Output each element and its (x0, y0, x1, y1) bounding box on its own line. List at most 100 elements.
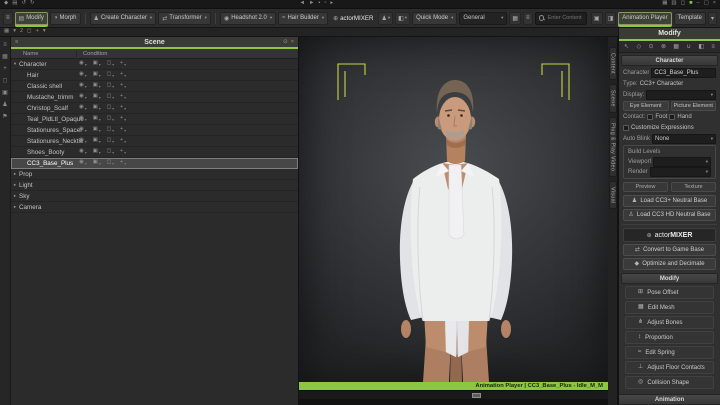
hand-checkbox[interactable]: Hand (669, 113, 692, 120)
lock-icon[interactable]: ◻ ▾ (107, 137, 114, 143)
visibility-icon[interactable]: ◉ ▾ (79, 159, 87, 165)
avatar-dock-icon[interactable]: ♟ (2, 102, 7, 108)
expand-toggle[interactable]: ▸ (11, 193, 19, 199)
main-menu-icon[interactable]: ≡ (3, 11, 13, 25)
actormixer-brand[interactable]: ⊕ actorMIXER (330, 15, 376, 22)
lock-icon[interactable]: ◻ ▾ (107, 126, 114, 132)
list-view-icon[interactable]: ≡ (523, 11, 533, 25)
flag-dock-icon[interactable]: ⚑ (2, 114, 7, 120)
app-logo-icon[interactable]: ◆ (4, 1, 8, 7)
panels-icon[interactable]: ▥ (671, 1, 676, 7)
activate-icon[interactable]: ▣ ▾ (93, 115, 101, 121)
tab-content[interactable]: Content (608, 47, 617, 80)
viewport-3d[interactable] (299, 37, 608, 382)
add-dock-icon[interactable]: + (3, 66, 7, 72)
snap-tool-icon[interactable]: ⊗ (661, 44, 666, 50)
pose-offset-button[interactable]: ⊞ Pose Offset (625, 286, 714, 299)
status-icon[interactable]: ■ (689, 1, 692, 7)
content-search[interactable] (534, 11, 587, 25)
redo-icon[interactable]: ↻ (30, 1, 35, 7)
layers-dock-icon[interactable]: ▣ (2, 90, 8, 96)
workspace-icon[interactable]: ◻ (681, 1, 686, 7)
select-tool-icon[interactable]: ↖ (624, 44, 629, 50)
scene-row-mustache-trimm[interactable]: Mustache_trimm ◉ ▾ ▣ ▾ ◻ ▾ + ▾ (11, 92, 298, 103)
layout-dropdown-icon[interactable]: ▾ (13, 29, 16, 35)
hair-builder-button[interactable]: ≈ Hair Builder ▾ (278, 11, 329, 25)
timeline-scrubber[interactable] (299, 390, 608, 399)
section-character[interactable]: Character (621, 55, 718, 66)
add-icon[interactable]: + ▾ (120, 137, 126, 143)
wardrobe-tools-icon[interactable]: ◧ ▾ (395, 11, 411, 25)
activate-icon[interactable]: ▣ ▾ (93, 148, 101, 154)
close-panel-icon[interactable]: × (291, 39, 294, 45)
count-badge[interactable]: 2 (20, 29, 23, 35)
category-select[interactable]: General ▾ (459, 11, 508, 25)
lock-icon[interactable]: ◻ ▾ (107, 115, 114, 121)
load-neutral-base-button[interactable]: ♟ Load CC3+ Neutral Base (623, 195, 716, 207)
undo-icon[interactable]: ↺ (21, 1, 26, 7)
content-dock-icon[interactable]: ▦ (2, 54, 8, 60)
expand-toggle[interactable]: ▸ (11, 204, 19, 210)
avatar-tools-icon[interactable]: ♟ ▾ (378, 11, 394, 25)
viewport-subdiv-select[interactable]: ▾ (653, 157, 711, 167)
lock-icon[interactable]: ◻ ▾ (107, 148, 114, 154)
character-model[interactable] (399, 80, 513, 382)
column-condition[interactable]: Condition (77, 51, 108, 57)
add-icon[interactable]: + ▾ (120, 104, 126, 110)
add-icon[interactable]: + ▾ (120, 148, 126, 154)
texture-button[interactable]: Texture (671, 182, 716, 192)
material-tool-icon[interactable]: ◧ (698, 44, 704, 50)
minimize-icon[interactable]: – (697, 1, 700, 7)
layout-icon[interactable]: ▦ (662, 1, 667, 7)
expand-toggle[interactable]: ▸ (11, 171, 19, 177)
stop-icon[interactable]: ▪ (318, 1, 320, 7)
scene-row-sky[interactable]: ▸ Sky (11, 191, 298, 202)
section-modify[interactable]: Modify (621, 273, 718, 284)
light-gizmo-left[interactable] (337, 63, 366, 100)
record-icon[interactable]: ▫ (324, 1, 326, 7)
activate-icon[interactable]: ▣ ▾ (93, 104, 101, 110)
mesh-tool-icon[interactable]: ▦ (673, 44, 679, 50)
animation-player-button[interactable]: Animation Player (618, 11, 672, 25)
more-tools-icon[interactable]: ▾ (707, 11, 717, 25)
tab-scene[interactable]: Scene (608, 83, 617, 113)
gizmo-tool-icon[interactable]: ◇ (636, 44, 641, 50)
add-icon[interactable]: + ▾ (120, 82, 126, 88)
lock-icon[interactable]: ◻ ▾ (107, 93, 114, 99)
pivot-tool-icon[interactable]: ⊙ (649, 44, 654, 50)
optimize-decimate-button[interactable]: ◆ Optimize and Decimate (623, 258, 716, 270)
add-icon[interactable]: + ▾ (120, 60, 126, 66)
scene-row-teal-pldltl-opaque[interactable]: Teal_PldLtl_Opaque ◉ ▾ ▣ ▾ ◻ ▾ + ▾ (11, 114, 298, 125)
scene-row-prop[interactable]: ▸ Prop (11, 169, 298, 180)
close-icon[interactable]: × (713, 1, 716, 7)
create-character-button[interactable]: ♟ Create Character ▾ (89, 11, 157, 25)
visibility-icon[interactable]: ◉ ▾ (79, 137, 87, 143)
scene-row-stationures-spacer[interactable]: Stationures_Spacer ◉ ▾ ▣ ▾ ◻ ▾ + ▾ (11, 125, 298, 136)
visibility-icon[interactable]: ◉ ▾ (79, 82, 87, 88)
modify-mode-button[interactable]: ▤ Modify (14, 11, 48, 25)
lock-icon[interactable]: ◻ ▾ (107, 82, 114, 88)
activate-icon[interactable]: ▣ ▾ (93, 82, 101, 88)
collision-shape-button[interactable]: ◎ Collision Shape (625, 376, 714, 389)
magnet-tool-icon[interactable]: ∪ (687, 44, 691, 50)
transformer-button[interactable]: ⇄ Transformer ▾ (158, 11, 211, 25)
template-button[interactable]: Template (673, 11, 706, 25)
tab-visual[interactable]: Visual (608, 180, 617, 210)
scene-row-camera[interactable]: ▸ Camera (11, 202, 298, 213)
timeline-handle[interactable] (472, 393, 482, 398)
panel-menu-icon[interactable]: ≡ (711, 44, 715, 50)
activate-icon[interactable]: ▣ ▾ (93, 159, 101, 165)
pin-panel-icon[interactable]: ⊙ (283, 39, 288, 45)
play-icon[interactable]: ► (309, 1, 314, 7)
dock-icon[interactable]: ▣ (590, 11, 603, 25)
scene-menu-icon[interactable]: ≡ (15, 39, 18, 45)
add-icon[interactable]: + ▾ (120, 159, 126, 165)
frame-icon[interactable]: ◻ (27, 29, 32, 35)
visibility-icon[interactable]: ◉ ▾ (79, 115, 87, 121)
activate-icon[interactable]: ▣ ▾ (93, 93, 101, 99)
eye-element-button[interactable]: Eye Element (623, 100, 669, 111)
load-hd-neutral-base-button[interactable]: ♙ Load CC3 HD Neutral Base (623, 209, 716, 221)
lock-icon[interactable]: ◻ ▾ (107, 104, 114, 110)
add-view-icon[interactable]: + (36, 29, 39, 35)
visibility-icon[interactable]: ◉ ▾ (79, 148, 87, 154)
